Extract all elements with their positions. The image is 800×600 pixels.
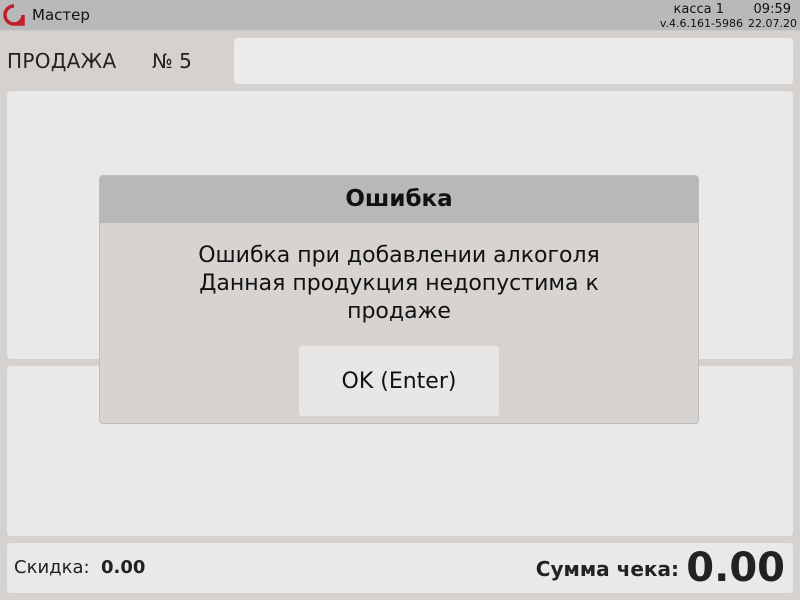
discount-label: Скидка: bbox=[14, 557, 90, 578]
cashbox-label: касса 1 bbox=[673, 2, 724, 17]
total-value: 0.00 bbox=[686, 545, 785, 591]
dialog-message: Ошибка при добавлении алкоголя Данная пр… bbox=[100, 242, 698, 326]
clock: 09:59 bbox=[753, 2, 791, 17]
sale-number: № 5 bbox=[152, 49, 192, 73]
app-name: Мастер bbox=[32, 6, 90, 24]
total-label: Сумма чека: bbox=[535, 557, 679, 581]
dialog-message-line: Данная продукция недопустима к bbox=[199, 271, 599, 296]
date-label: 22.07.20 bbox=[748, 17, 797, 30]
top-bar: Мастер касса 1 09:59 v.4.6.161-5986 22.0… bbox=[0, 0, 800, 31]
app-logo-icon bbox=[3, 4, 25, 26]
totals-bar: Скидка: 0.00 Сумма чека: 0.00 bbox=[7, 543, 793, 593]
page-title: ПРОДАЖА bbox=[7, 49, 117, 73]
discount-value: 0.00 bbox=[101, 557, 146, 578]
version-label: v.4.6.161-5986 bbox=[659, 17, 743, 30]
error-dialog: Ошибка Ошибка при добавлении алкоголя Да… bbox=[99, 175, 699, 424]
dialog-title: Ошибка bbox=[100, 176, 698, 223]
dialog-message-line: продаже bbox=[347, 299, 451, 324]
dialog-message-line: Ошибка при добавлении алкоголя bbox=[198, 243, 600, 268]
barcode-input[interactable] bbox=[234, 38, 793, 84]
ok-button[interactable]: OK (Enter) bbox=[299, 346, 499, 416]
